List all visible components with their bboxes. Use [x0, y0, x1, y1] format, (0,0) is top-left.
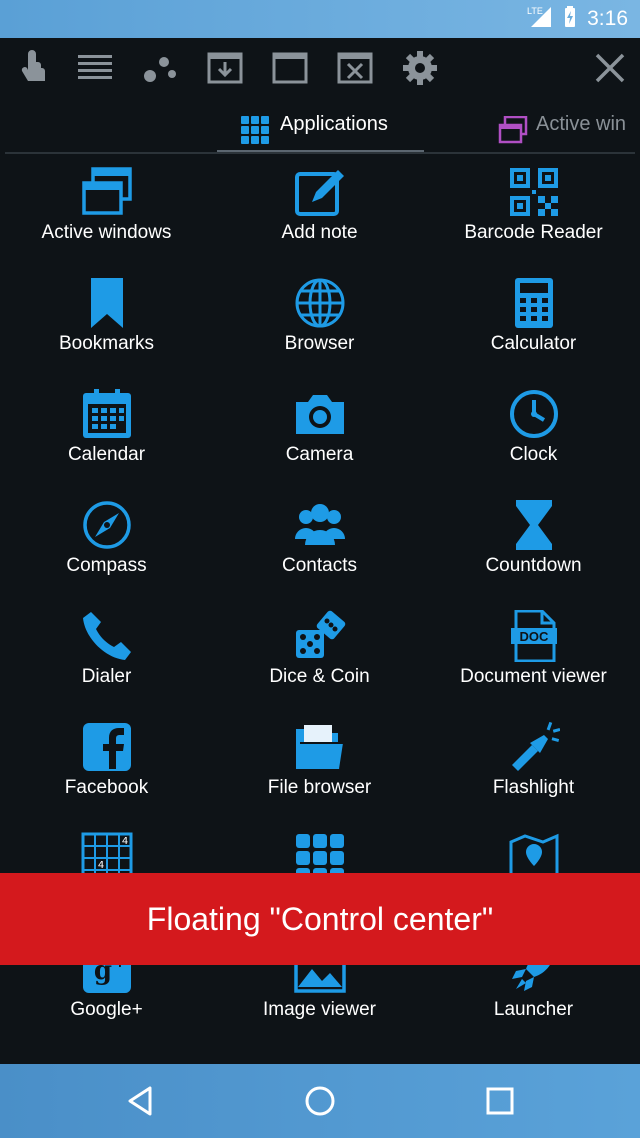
app-label: Calculator [490, 333, 577, 354]
app-camera[interactable]: Camera [213, 382, 426, 493]
app-label: Compass [66, 555, 147, 576]
grid-icon [241, 116, 269, 148]
app-dice-coin[interactable]: Dice & Coin [213, 604, 426, 715]
navigation-bar [0, 1064, 640, 1138]
app-label: Flashlight [492, 777, 575, 798]
app-label: Launcher [493, 999, 574, 1020]
camera-icon [294, 388, 346, 440]
app-flashlight[interactable]: Flashlight [427, 715, 640, 826]
home-icon[interactable] [303, 1084, 337, 1118]
promo-banner: Floating "Control center" [0, 873, 640, 965]
status-time: 3:16 [587, 7, 628, 30]
toolbar [0, 38, 640, 98]
flashlight-icon [508, 721, 561, 773]
app-label: Dialer [81, 666, 132, 687]
tab-active-windows-label: Active win [536, 113, 627, 135]
app-label: Facebook [64, 777, 149, 798]
app-active-windows[interactable]: Active windows [0, 160, 213, 271]
tab-divider [5, 152, 635, 154]
app-label: Camera [285, 444, 354, 465]
app-dialer[interactable]: Dialer [0, 604, 213, 715]
battery-charging-icon [563, 5, 577, 33]
app-label: Barcode Reader [464, 222, 603, 243]
app-label: File browser [267, 777, 372, 798]
app-countdown[interactable]: Countdown [427, 493, 640, 604]
lte-signal-icon: LTE [527, 5, 553, 33]
tab-applications[interactable]: Applications [217, 104, 424, 153]
clock-icon [508, 388, 560, 440]
app-contacts[interactable]: Contacts [213, 493, 426, 604]
windows-stack-icon [498, 115, 528, 148]
countdown-hourglass-icon [508, 499, 560, 551]
tab-applications-label: Applications [280, 113, 388, 135]
app-label: Google+ [70, 999, 143, 1020]
contacts-icon [294, 499, 346, 551]
banner-text: Floating "Control center" [146, 900, 494, 937]
app-bookmarks[interactable]: Bookmarks [0, 271, 213, 382]
settings-gear-icon[interactable] [402, 50, 438, 86]
app-facebook[interactable]: Facebook [0, 715, 213, 826]
facebook-icon [81, 721, 133, 773]
svg-text:LTE: LTE [527, 6, 543, 16]
app-label: Countdown [485, 555, 582, 576]
app-label: Document viewer [460, 666, 607, 687]
recent-apps-icon[interactable] [483, 1084, 517, 1118]
document-viewer-icon: DOC [508, 609, 560, 663]
app-label: Clock [509, 444, 558, 465]
close-icon[interactable] [592, 50, 628, 86]
compass-icon [81, 499, 133, 551]
app-label: Contacts [282, 555, 357, 576]
app-label: Browser [284, 333, 355, 354]
dialer-phone-icon [81, 610, 133, 662]
svg-text:4: 4 [122, 836, 128, 847]
app-compass[interactable]: Compass [0, 493, 213, 604]
app-calendar[interactable]: Calendar [0, 382, 213, 493]
app-label: Add note [281, 222, 358, 243]
back-icon[interactable] [124, 1084, 158, 1118]
touch-icon[interactable] [14, 50, 50, 86]
bookmarks-icon [81, 277, 133, 329]
svg-text:DOC: DOC [520, 629, 550, 644]
app-label: Dice & Coin [269, 666, 370, 687]
tab-active-windows[interactable]: Active win [496, 104, 640, 150]
tab-bar: Applications Active win [0, 104, 640, 154]
svg-text:4: 4 [98, 860, 104, 871]
window-icon[interactable] [272, 50, 308, 86]
app-browser[interactable]: Browser [213, 271, 426, 382]
app-barcode-reader[interactable]: Barcode Reader [427, 160, 640, 271]
calendar-icon [81, 388, 133, 440]
app-label: Image viewer [263, 999, 376, 1020]
app-add-note[interactable]: Add note [213, 160, 426, 271]
barcode-reader-icon [508, 166, 560, 218]
app-label: Active windows [41, 222, 172, 243]
file-browser-folder-icon [294, 721, 346, 773]
app-label: Calendar [67, 444, 146, 465]
calculator-icon [508, 277, 560, 329]
add-note-icon [294, 166, 346, 218]
close-window-icon[interactable] [337, 50, 373, 86]
app-document-viewer[interactable]: DOC Document viewer [427, 604, 640, 715]
status-bar: LTE 3:16 [0, 0, 640, 38]
dots-icon[interactable] [142, 50, 178, 86]
list-icon[interactable] [77, 50, 113, 86]
app-calculator[interactable]: Calculator [427, 271, 640, 382]
download-icon[interactable] [207, 50, 243, 86]
app-clock[interactable]: Clock [427, 382, 640, 493]
app-label: Bookmarks [58, 333, 155, 354]
browser-icon [294, 277, 346, 329]
active-windows-icon [81, 166, 133, 218]
app-file-browser[interactable]: File browser [213, 715, 426, 826]
dice-coin-icon [294, 610, 346, 662]
